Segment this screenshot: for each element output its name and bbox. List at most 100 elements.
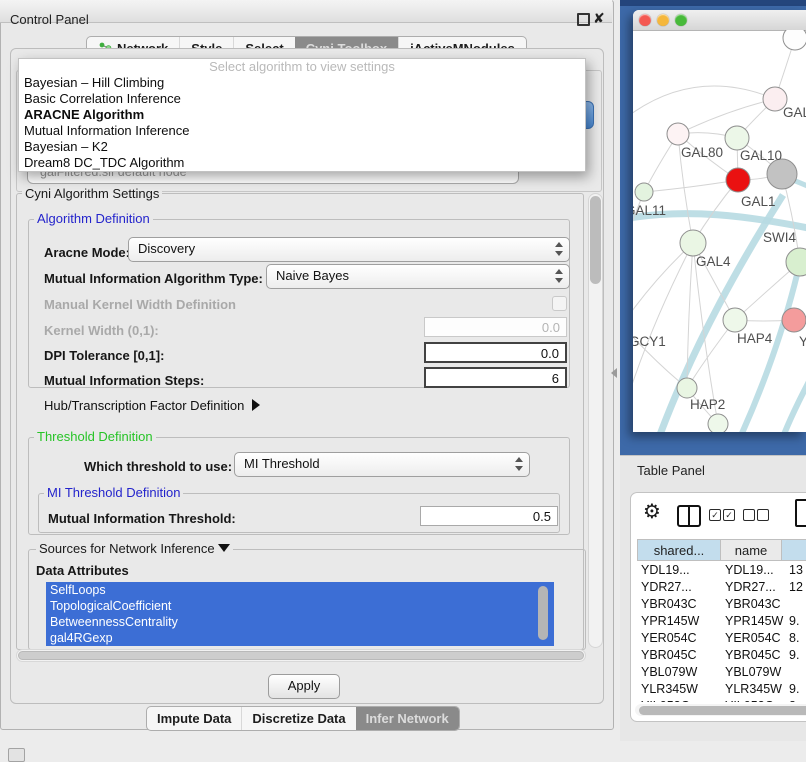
select-unchecked-icon[interactable]: [757, 509, 769, 521]
network-canvas[interactable]: GALGAL80GAL10GAL1GAL11SWI4GAL4GCY1HAP4YH…: [633, 30, 806, 432]
algorithm-dropdown-placeholder: Select algorithm to view settings: [19, 59, 585, 75]
node-partial-top[interactable]: [783, 30, 806, 50]
node-GAL80[interactable]: [667, 123, 689, 145]
column-header-shared[interactable]: shared...: [637, 539, 721, 561]
table-row[interactable]: YIL052CYIL052C8: [637, 699, 806, 702]
node-GAL1[interactable]: [726, 168, 750, 192]
data-attribute-item[interactable]: TopologicalCoefficient: [46, 598, 554, 614]
stepper-arrows-icon: [515, 456, 524, 472]
table-row[interactable]: YBR043CYBR043C: [637, 597, 806, 614]
tab-infer-network[interactable]: Infer Network: [356, 707, 459, 730]
aracne-mode-combobox[interactable]: Discovery: [128, 237, 570, 262]
table-cell: YIL052C: [725, 699, 774, 702]
node-label: GAL4: [696, 254, 731, 269]
sources-title: Sources for Network Inference: [39, 541, 215, 556]
node-gray[interactable]: [767, 159, 797, 189]
network-window-titlebar[interactable]: [633, 10, 806, 31]
algorithm-option[interactable]: ARACNE Algorithm: [19, 107, 585, 123]
dpi-tolerance-input[interactable]: 0.0: [424, 342, 567, 363]
table-cell: 9.: [789, 648, 799, 662]
table-cell: YDR27...: [641, 580, 692, 594]
algorithm-option[interactable]: Bayesian – K2: [19, 139, 585, 155]
node-GAL10[interactable]: [725, 126, 749, 150]
node-label: HAP2: [690, 397, 725, 412]
mi-algorithm-type-combobox[interactable]: Naive Bayes: [266, 264, 570, 289]
table-cell: YPR145W: [641, 614, 699, 628]
settings-horizontal-scrollbar-thumb[interactable]: [18, 651, 584, 660]
mi-threshold-input[interactable]: 0.5: [420, 506, 558, 526]
select-checked-icon[interactable]: ✓: [723, 509, 735, 521]
node-HAP2[interactable]: [677, 378, 697, 398]
gear-icon[interactable]: ⚙: [643, 501, 661, 523]
dpi-tolerance-label: DPI Tolerance [0,1]:: [44, 348, 164, 363]
table-row[interactable]: YLR345WYLR345W9.: [637, 682, 806, 699]
column-header-name[interactable]: name: [720, 539, 782, 561]
cyni-settings-title: Cyni Algorithm Settings: [22, 187, 162, 200]
kernel-width-label: Kernel Width (0,1):: [44, 323, 159, 338]
table-row[interactable]: YPR145WYPR145W9.: [637, 614, 806, 631]
data-attribute-item[interactable]: SelfLoops: [46, 582, 554, 598]
mi-steps-input[interactable]: 6: [424, 367, 567, 388]
node-GAL4[interactable]: [680, 230, 706, 256]
attributes-list-scrollbar[interactable]: [538, 586, 548, 640]
data-attribute-item[interactable]: BetweennessCentrality: [46, 614, 554, 630]
sources-title-row[interactable]: Sources for Network Inference: [36, 542, 233, 555]
zoom-traffic-light[interactable]: [675, 14, 687, 26]
cyni-bottom-tabbar: Impute Data Discretize Data Infer Networ…: [146, 706, 460, 731]
document-icon[interactable]: [795, 499, 806, 527]
algorithm-option[interactable]: Basic Correlation Inference: [19, 91, 585, 107]
table-row[interactable]: YER054CYER054C8.: [637, 631, 806, 648]
split-columns-icon[interactable]: [677, 505, 701, 527]
split-divider-grip[interactable]: [611, 368, 617, 378]
close-traffic-light[interactable]: [639, 14, 651, 26]
table-cell: YBR043C: [641, 597, 697, 611]
node-label: GAL11: [633, 203, 666, 218]
mi-steps-label: Mutual Information Steps:: [44, 373, 204, 388]
which-threshold-combobox[interactable]: MI Threshold: [234, 452, 530, 477]
close-icon[interactable]: ✘: [593, 10, 605, 26]
algorithm-option[interactable]: Mutual Information Inference: [19, 123, 585, 139]
collapse-arrow-icon: [218, 544, 230, 552]
table-cell: YBL079W: [641, 665, 697, 679]
hub-definition-label: Hub/Transcription Factor Definition: [44, 398, 244, 413]
kernel-width-input[interactable]: 0.0: [424, 317, 567, 337]
bottom-left-grip[interactable]: [8, 748, 25, 762]
float-window-icon[interactable]: [577, 13, 590, 26]
table-cell: 8: [789, 699, 796, 702]
table-row[interactable]: YDL19...YDL19...13: [637, 563, 806, 580]
algorithm-option[interactable]: Bayesian – Hill Climbing: [19, 75, 585, 91]
control-panel-title: Control Panel: [10, 12, 89, 27]
node-label: GAL: [783, 105, 806, 120]
data-attribute-item[interactable]: gal4RGexp: [46, 630, 554, 646]
control-panel-titlebar: [0, 0, 612, 23]
column-header-partial[interactable]: [781, 539, 806, 561]
network-node-labels: GALGAL80GAL10GAL1GAL11SWI4GAL4GCY1HAP4YH…: [633, 105, 806, 412]
algorithm-option[interactable]: Dream8 DC_TDC Algorithm: [19, 155, 585, 171]
expand-arrow-icon: [252, 399, 260, 411]
table-row[interactable]: YBL079WYBL079W: [637, 665, 806, 682]
node-GAL11[interactable]: [635, 183, 653, 201]
table-cell: YDL19...: [641, 563, 690, 577]
node-partial-bottom[interactable]: [708, 414, 728, 432]
settings-vertical-scrollbar-thumb[interactable]: [590, 196, 601, 284]
data-attributes-list: SelfLoopsTopologicalCoefficientBetweenne…: [46, 582, 554, 646]
minimize-traffic-light[interactable]: [657, 14, 669, 26]
node-label: GCY1: [633, 334, 666, 349]
select-checked-icon[interactable]: ✓: [709, 509, 721, 521]
stepper-arrows-icon: [555, 241, 564, 257]
table-row[interactable]: YBR045CYBR045C9.: [637, 648, 806, 665]
apply-button[interactable]: Apply: [268, 674, 340, 699]
node-label: GAL10: [740, 148, 782, 163]
node-HAP4[interactable]: [723, 308, 747, 332]
node-label: HAP4: [737, 331, 773, 346]
aracne-mode-label: Aracne Mode:: [44, 245, 130, 260]
manual-kernel-checkbox[interactable]: [552, 296, 567, 311]
node-Y-partial[interactable]: [782, 308, 806, 332]
table-horizontal-scrollbar-thumb[interactable]: [639, 706, 806, 715]
tab-impute-data[interactable]: Impute Data: [147, 707, 241, 730]
tab-discretize-data[interactable]: Discretize Data: [241, 707, 355, 730]
threshold-definition-title: Threshold Definition: [34, 430, 156, 443]
select-unchecked-icon[interactable]: [743, 509, 755, 521]
table-row[interactable]: YDR27...YDR27...12: [637, 580, 806, 597]
hub-definition-expander[interactable]: Hub/Transcription Factor Definition: [44, 398, 260, 413]
